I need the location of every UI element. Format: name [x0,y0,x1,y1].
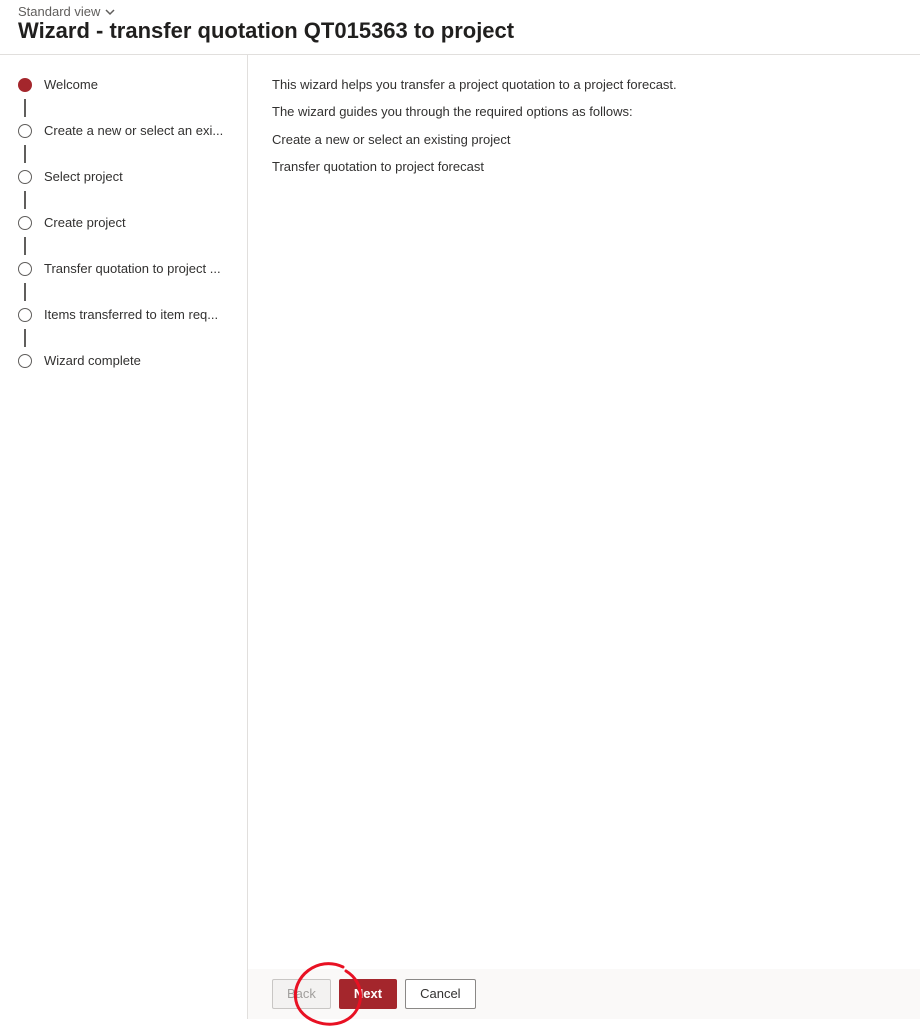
step-label: Create project [44,215,126,230]
wizard-step-welcome[interactable]: Welcome [18,73,237,97]
step-indicator-icon [18,216,32,230]
step-connector [18,281,237,303]
header: Standard view Wizard - transfer quotatio… [0,0,920,55]
step-indicator-icon [18,262,32,276]
wizard-step-complete[interactable]: Wizard complete [18,349,237,373]
wizard-step-create-or-select[interactable]: Create a new or select an exi... [18,119,237,143]
wizard-step-select-project[interactable]: Select project [18,165,237,189]
wizard-steps-sidebar: Welcome Create a new or select an exi...… [0,55,248,1019]
step-connector [18,189,237,211]
wizard-step-items-transferred[interactable]: Items transferred to item req... [18,303,237,327]
wizard-footer: Back Next Cancel [248,969,920,1019]
wizard-description-line: The wizard guides you through the requir… [272,102,896,122]
page-title: Wizard - transfer quotation QT015363 to … [18,17,902,46]
step-indicator-icon [18,354,32,368]
wizard-description-line: This wizard helps you transfer a project… [272,75,896,95]
step-indicator-icon [18,78,32,92]
wizard-step-transfer-quotation[interactable]: Transfer quotation to project ... [18,257,237,281]
step-label: Create a new or select an exi... [44,123,223,138]
step-label: Transfer quotation to project ... [44,261,221,276]
step-indicator-icon [18,308,32,322]
wizard-description-line: Create a new or select an existing proje… [272,130,896,150]
content: Welcome Create a new or select an exi...… [0,55,920,1019]
step-indicator-icon [18,124,32,138]
wizard-description-line: Transfer quotation to project forecast [272,157,896,177]
back-button[interactable]: Back [272,979,331,1009]
step-label: Wizard complete [44,353,141,368]
step-connector [18,97,237,119]
wizard-body: This wizard helps you transfer a project… [248,55,920,969]
chevron-down-icon [104,6,116,18]
step-connector [18,235,237,257]
next-button[interactable]: Next [339,979,397,1009]
step-connector [18,327,237,349]
step-label: Welcome [44,77,98,92]
step-label: Select project [44,169,123,184]
main-pane: This wizard helps you transfer a project… [248,55,920,1019]
cancel-button[interactable]: Cancel [405,979,475,1009]
step-indicator-icon [18,170,32,184]
step-connector [18,143,237,165]
step-label: Items transferred to item req... [44,307,218,322]
wizard-step-create-project[interactable]: Create project [18,211,237,235]
